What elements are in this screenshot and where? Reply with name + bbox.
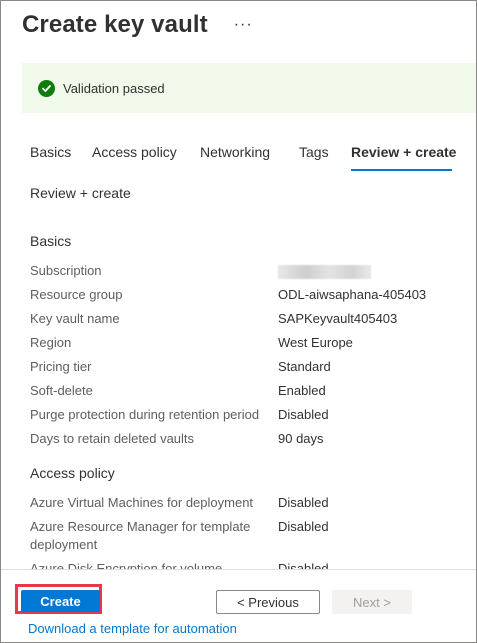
footer-bar: Create < Previous Next > Download a temp…	[1, 569, 476, 642]
redacted-value	[278, 264, 371, 279]
arm-template-value: Disabled	[278, 519, 329, 534]
access-policy-heading: Access policy	[30, 465, 115, 481]
next-button[interactable]: Next >	[332, 590, 412, 614]
resource-group-value: ODL-aiwsaphana-405403	[278, 287, 427, 302]
soft-delete-label: Soft-delete	[30, 383, 93, 398]
purge-protection-label: Purge protection during retention period	[30, 407, 260, 422]
retention-days-label: Days to retain deleted vaults	[30, 431, 195, 446]
validation-message: Validation passed	[63, 80, 165, 96]
region-label: Region	[30, 335, 72, 350]
vm-deployment-label: Azure Virtual Machines for deployment	[30, 495, 254, 510]
active-tab-indicator	[351, 169, 452, 171]
retention-days-value: 90 days	[278, 431, 324, 446]
purge-protection-value: Disabled	[278, 407, 329, 422]
subscription-value	[278, 262, 371, 280]
pricing-tier-label: Pricing tier	[30, 359, 92, 374]
download-template-link[interactable]: Download a template for automation	[28, 621, 237, 636]
create-button[interactable]: Create	[21, 590, 100, 612]
arm-template-label: Azure Resource Manager for template depl…	[30, 519, 251, 552]
tab-access-policy[interactable]: Access policy	[92, 144, 177, 160]
more-options-icon[interactable]: ···	[234, 17, 253, 33]
tab-networking[interactable]: Networking	[200, 144, 270, 160]
create-key-vault-panel: Create key vault ··· Validation passed B…	[0, 0, 477, 643]
soft-delete-value: Enabled	[278, 383, 326, 398]
checkmark-circle-icon	[38, 79, 55, 97]
tab-tags[interactable]: Tags	[299, 144, 329, 160]
disk-encryption-value: Disabled	[278, 561, 329, 569]
page-header: Create key vault ···	[22, 7, 253, 43]
tab-basics[interactable]: Basics	[30, 144, 71, 160]
validation-banner: Validation passed	[22, 63, 476, 113]
page-title: Create key vault	[22, 11, 208, 38]
key-vault-name-value: SAPKeyvault405403	[278, 311, 398, 326]
pricing-tier-value: Standard	[278, 359, 331, 374]
resource-group-label: Resource group	[30, 287, 123, 302]
subscription-label: Subscription	[30, 263, 102, 278]
tab-review-create[interactable]: Review + create	[351, 144, 456, 160]
key-vault-name-label: Key vault name	[30, 311, 120, 326]
previous-button[interactable]: < Previous	[216, 590, 320, 614]
basics-heading: Basics	[30, 233, 72, 249]
region-value: West Europe	[278, 335, 353, 350]
disk-encryption-label: Azure Disk Encryption for volume	[30, 561, 223, 569]
tab-bar: Basics Access policy Networking Tags Rev…	[30, 141, 476, 171]
section-title: Review + create	[30, 185, 131, 201]
review-details: Basics Subscription Resource group ODL-a…	[1, 223, 476, 569]
vm-deployment-value: Disabled	[278, 495, 329, 510]
